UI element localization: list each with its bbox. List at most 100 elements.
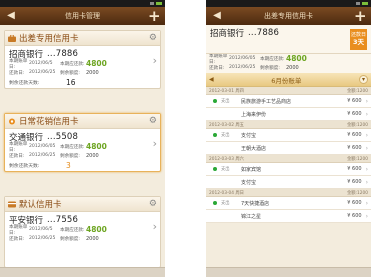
- chevron-right-icon: ›: [365, 131, 368, 139]
- month-selector: ◀ 6月份账单 ▾: [206, 73, 371, 87]
- transaction-amount: ¥ 600: [347, 111, 362, 117]
- day-header: 2012-03-04 周日 金额:1200: [206, 189, 371, 197]
- transaction-row[interactable]: 支付宝 ¥ 600 ›: [206, 176, 371, 189]
- limit-label: 剩余额度:: [60, 70, 80, 76]
- card-number: ...7886: [248, 28, 280, 38]
- chevron-right-icon: ›: [365, 212, 368, 220]
- status-bar: [0, 0, 165, 7]
- prev-month-icon[interactable]: ◀: [209, 76, 214, 83]
- day-total: 金额:1200: [347, 122, 368, 128]
- transaction-amount: ¥ 600: [347, 200, 362, 206]
- bottom-bar: [206, 267, 371, 277]
- gear-icon[interactable]: ⚙: [149, 199, 157, 209]
- card-number: ...7886: [47, 48, 79, 59]
- card-category-title: 出差专用信用卡: [19, 34, 79, 44]
- days-label: 剩余还款天数:: [9, 164, 40, 169]
- day-date: 2012-03-01 周四: [209, 88, 244, 94]
- merchant-name: 支付宝: [241, 179, 257, 186]
- remaining-limit: 2000: [86, 235, 99, 242]
- merchant-name: 王朝大酒店: [241, 145, 267, 152]
- battery-icon: [362, 2, 368, 5]
- due-date-label: 还款日:: [9, 153, 25, 159]
- amount-label: 本期应还款:: [260, 56, 285, 62]
- status-dot-icon: [213, 167, 217, 171]
- flower-icon: [9, 118, 15, 124]
- transaction-type: 支出: [221, 99, 230, 104]
- card-category-title: 默认信用卡: [19, 200, 62, 210]
- status-bar: [206, 0, 371, 7]
- page-title: 信用卡管理: [65, 12, 100, 20]
- limit-label: 剩余额度:: [60, 236, 80, 242]
- chevron-right-icon: ›: [365, 144, 368, 152]
- credit-card-item[interactable]: 出差专用信用卡 ⚙ 招商银行 ...7886 › 本期账单日: 2012/06/…: [4, 30, 161, 89]
- title-bar: ◀ 信用卡管理 +: [0, 7, 165, 25]
- card-number: ...7556: [47, 214, 79, 225]
- month-title: 6月份账单: [271, 76, 302, 85]
- transaction-amount: ¥ 600: [347, 98, 362, 104]
- transaction-row[interactable]: 上海来伊份 ¥ 600 ›: [206, 108, 371, 121]
- chevron-right-icon: ›: [365, 199, 368, 207]
- bill-date: 2012/06/5: [29, 227, 53, 232]
- back-icon[interactable]: ◀: [211, 7, 223, 25]
- bill-date: 2012/06/05: [229, 56, 256, 61]
- gear-icon[interactable]: ⚙: [149, 116, 157, 126]
- amount-due: 4800: [286, 54, 307, 63]
- days-remaining: 3: [66, 161, 71, 170]
- bill-date: 2012/06/05: [29, 144, 56, 149]
- amount-label: 本期应还款:: [60, 61, 85, 67]
- add-button[interactable]: +: [354, 7, 367, 25]
- due-days-badge: 还款日 3天: [350, 29, 367, 50]
- transaction-amount: ¥ 600: [347, 213, 362, 219]
- merchant-name: 如家宾馆: [241, 166, 262, 173]
- limit-label: 剩余额度:: [260, 65, 280, 71]
- day-header: 2012-03-03 周六 金额:1200: [206, 155, 371, 163]
- card-summary: 招商银行 ...7886 还款日 3天: [206, 25, 371, 54]
- transaction-row[interactable]: 支出 民族旅游手工艺品商店 ¥ 600 ›: [206, 95, 371, 108]
- add-card-button[interactable]: +: [148, 7, 161, 25]
- chevron-right-icon: ›: [365, 97, 368, 105]
- transaction-row[interactable]: 支出 如家宾馆 ¥ 600 ›: [206, 163, 371, 176]
- chevron-right-icon[interactable]: ›: [153, 137, 157, 150]
- bill-date-label: 本期账单日:: [9, 58, 28, 70]
- back-icon[interactable]: ◀: [5, 7, 17, 25]
- remaining-limit: 2000: [86, 152, 99, 159]
- merchant-name: 锦江之星: [241, 213, 262, 220]
- card-info: 本期账单日: 2012/06/05 本期应还款: 4800 还款日: 2012/…: [206, 54, 371, 73]
- bottom-bar: [0, 267, 165, 277]
- chevron-right-icon: ›: [365, 165, 368, 173]
- amount-label: 本期应还款:: [60, 144, 85, 150]
- transaction-row[interactable]: 支出 7天快捷酒店 ¥ 600 ›: [206, 197, 371, 210]
- transaction-amount: ¥ 600: [347, 145, 362, 151]
- transaction-row[interactable]: 王朝大酒店 ¥ 600 ›: [206, 142, 371, 155]
- bill-date: 2012/06/5: [29, 61, 53, 66]
- merchant-name: 支付宝: [241, 132, 257, 139]
- transaction-amount: ¥ 600: [347, 132, 362, 138]
- signal-icon: [150, 2, 154, 5]
- gear-icon[interactable]: ⚙: [149, 33, 157, 43]
- chevron-right-icon[interactable]: ›: [153, 220, 157, 233]
- due-date-label: 还款日:: [9, 236, 25, 242]
- remaining-limit: 2000: [86, 69, 99, 76]
- day-total: 金额:1200: [347, 88, 368, 94]
- card-list-screen: ◀ 信用卡管理 + 出差专用信用卡 ⚙ 招商银行 ...7886 › 本期账单日…: [0, 0, 165, 277]
- transaction-list: 2012-03-01 周四 金额:1200 支出 民族旅游手工艺品商店 ¥ 600 › 上海…: [206, 87, 371, 223]
- transaction-row[interactable]: 锦江之星 ¥ 600 ›: [206, 210, 371, 223]
- day-date: 2012-03-04 周日: [209, 190, 244, 196]
- transaction-row[interactable]: 支出 支付宝 ¥ 600 ›: [206, 129, 371, 142]
- remaining-limit: 2000: [286, 64, 299, 71]
- transaction-type: 支出: [221, 167, 230, 172]
- transaction-type: 支出: [221, 201, 230, 206]
- month-dropdown-icon[interactable]: ▾: [358, 75, 368, 84]
- signal-icon: [356, 2, 360, 5]
- card-number: ...5508: [47, 131, 79, 142]
- due-date: 2012/06/25: [29, 153, 56, 158]
- credit-card-item[interactable]: 默认信用卡 ⚙ 平安银行 ...7556 › 本期账单日: 2012/06/5 …: [4, 196, 161, 268]
- day-header: 2012-03-02 周五 金额:1200: [206, 121, 371, 129]
- transaction-amount: ¥ 600: [347, 179, 362, 185]
- card-detail-screen: ◀ 出差专用信用卡 + 招商银行 ...7886 还款日 3天 本期账单日: 2…: [206, 0, 371, 277]
- due-date: 2012/06/25: [29, 70, 56, 75]
- merchant-name: 7天快捷酒店: [241, 200, 270, 207]
- credit-card-item[interactable]: 日常花销信用卡 ⚙ 交通银行 ...5508 › 本期账单日: 2012/06/…: [4, 113, 161, 172]
- chevron-right-icon[interactable]: ›: [153, 54, 157, 67]
- card-icon: [8, 201, 16, 207]
